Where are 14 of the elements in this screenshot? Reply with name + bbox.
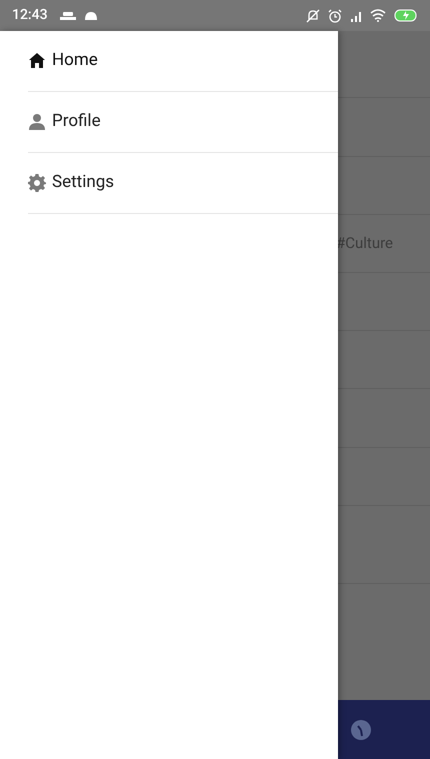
clock-icon — [350, 718, 372, 740]
alarm-icon — [328, 8, 342, 22]
gear-icon — [28, 174, 46, 192]
notification-icon — [60, 10, 76, 20]
battery-icon — [394, 9, 418, 22]
drawer-item[interactable]: Profile — [28, 92, 338, 153]
status-time: 12:43 — [12, 6, 48, 25]
drawer-item[interactable]: Settings — [28, 153, 338, 214]
mute-icon — [306, 8, 320, 22]
home-icon — [28, 52, 46, 70]
drawer-item[interactable]: Home — [28, 31, 338, 92]
signal-icon — [350, 10, 362, 22]
person-icon — [28, 113, 46, 131]
wifi-icon — [370, 9, 386, 22]
